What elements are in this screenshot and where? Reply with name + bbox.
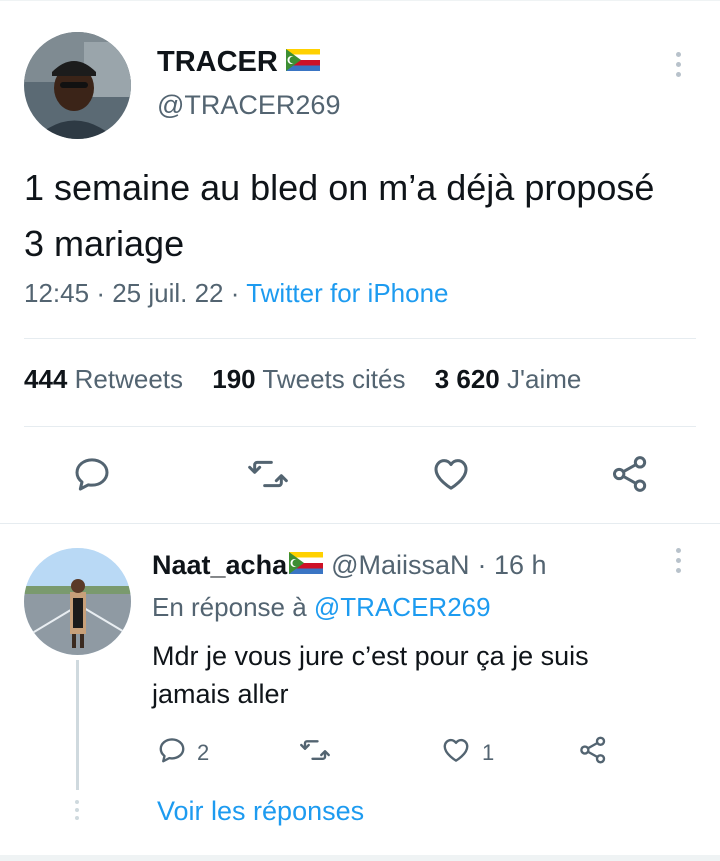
likes-label: J'aime [507,364,582,394]
reply-share-button[interactable] [578,735,608,771]
in-reply-to-label: En réponse à [152,592,307,622]
more-options-icon[interactable] [676,52,682,77]
reply-context: En réponse à @TRACER269 [152,592,491,623]
tweet-meta: 12:45 · 25 juil. 22 · Twitter for iPhone [24,278,449,309]
retweet-icon [298,735,332,771]
meta-separator: · [96,278,105,308]
reply-more-options-icon[interactable] [676,548,682,573]
reply-reply-button[interactable]: 2 [157,735,209,771]
share-icon[interactable] [610,454,650,499]
reply-author-avatar[interactable] [24,548,131,655]
tweet-stats: 444 Retweets 190 Tweets cités 3 620 J'ai… [24,364,581,395]
quotes-stat[interactable]: 190 Tweets cités [212,364,405,394]
reply-icon[interactable] [72,454,112,499]
quotes-count: 190 [212,364,256,394]
divider [24,338,696,339]
in-reply-to-mention[interactable]: @TRACER269 [314,592,491,622]
tweet-date[interactable]: 25 juil. 22 [112,278,223,308]
reply-retweet-button[interactable] [298,735,342,771]
reply-reply-count: 2 [197,740,210,765]
author-name[interactable]: TRACER [157,46,320,79]
bottom-border [0,855,720,861]
author-display-name: TRACER [157,46,278,78]
top-border [0,0,720,1]
share-icon [578,735,608,771]
tweet-text: 1 semaine au bled on m’a déjà proposé 3 … [24,167,655,264]
reply-header: Naat_acha @MaiissaN · 16 h [152,550,547,581]
retweet-icon[interactable] [246,454,290,499]
thread-continuation-dots [75,800,79,820]
tweet-time[interactable]: 12:45 [24,278,89,308]
reply-display-name[interactable]: Naat_acha [152,550,287,581]
meta-separator: · [230,278,240,308]
reply-age[interactable]: · 16 h [478,550,547,581]
divider [24,426,696,427]
author-avatar[interactable] [24,32,131,139]
like-icon[interactable] [430,454,472,499]
author-handle[interactable]: @TRACER269 [157,90,340,121]
comoros-flag-icon [285,46,320,79]
section-divider [0,523,720,524]
retweets-count: 444 [24,364,68,394]
tweet-source-link[interactable]: Twitter for iPhone [246,278,448,308]
comoros-flag-icon [289,550,324,581]
quotes-label: Tweets cités [262,364,406,394]
retweets-stat[interactable]: 444 Retweets [24,364,183,394]
show-replies-link[interactable]: Voir les réponses [157,796,364,827]
retweets-label: Retweets [74,364,184,394]
reply-like-button[interactable]: 1 [440,735,494,771]
reply-handle[interactable]: @MaiissaN [331,550,469,581]
thread-line [76,660,79,790]
reply-icon [157,735,187,771]
likes-count: 3 620 [434,364,500,394]
like-icon [440,735,472,771]
likes-stat[interactable]: 3 620 J'aime [435,364,582,394]
reply-like-count: 1 [482,740,495,765]
reply-text: Mdr je vous jure c’est pour ça je suis j… [152,641,589,709]
tweet-actions [0,452,720,498]
